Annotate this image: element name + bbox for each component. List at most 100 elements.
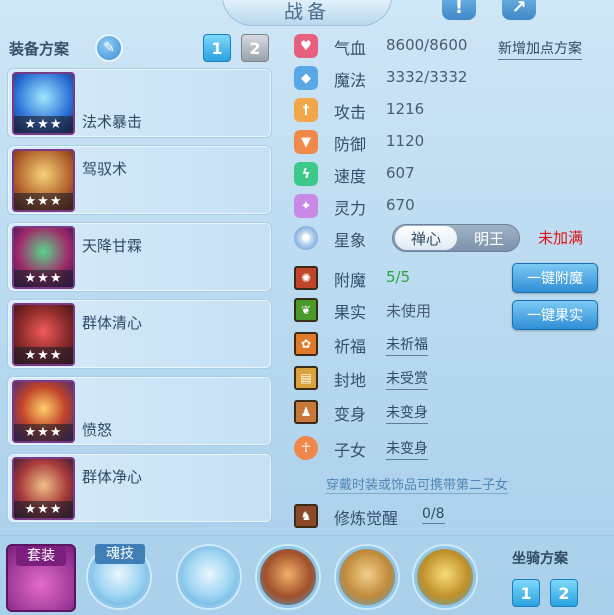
stat-row-mp: ◆ 魔法 3332/3332: [292, 64, 612, 92]
stat-row-attack: † 攻击 1216: [292, 96, 612, 124]
one-click-fruit-button[interactable]: 一键果实: [512, 300, 598, 330]
fruit-label: 果实: [334, 303, 367, 322]
constellation-status: 未加满: [538, 229, 584, 247]
one-click-enchant-button[interactable]: 一键附魔: [512, 263, 598, 293]
bottom-bar: 套装 魂技 坐骑方案 1 2: [0, 535, 614, 615]
hero-icon[interactable]: [336, 546, 398, 608]
skill-card[interactable]: ★★★ 天降甘霖: [7, 222, 272, 292]
fruit-value: 未使用: [386, 302, 432, 320]
skill-card[interactable]: ★★★ 愤怒: [7, 376, 272, 446]
skill-name: 群体清心: [82, 314, 143, 332]
cultivation-icon: ♞: [294, 504, 318, 528]
skill-stars: ★★★: [14, 501, 73, 518]
plan-page-1-button[interactable]: 1: [203, 34, 231, 62]
header: 战备 ! ↗: [0, 0, 614, 30]
plan-title: 装备方案: [9, 40, 70, 58]
enchant-label: 附魔: [334, 271, 367, 290]
fruit-icon: ❦: [294, 298, 318, 322]
cultivation-value[interactable]: 0/8: [422, 506, 445, 524]
children-link[interactable]: 未变身: [386, 438, 428, 460]
group-purify-icon: ★★★: [12, 457, 75, 520]
stat-name: 速度: [334, 167, 367, 186]
soul-skill-label: 魂技: [95, 544, 145, 564]
skill-name: 愤怒: [82, 421, 113, 439]
children-row: ☥ 子女 未变身: [292, 434, 612, 462]
equipment-plan-panel: 装备方案 ✎ 1 2 ★★★ 法术暴击 ★★★ 驾驭术 ★★★ 天降甘霖 ★★★…: [0, 30, 278, 535]
toggle-option-zen[interactable]: 禅心: [395, 226, 457, 250]
stat-value: 670: [386, 196, 415, 214]
skill-name: 驾驭术: [82, 160, 128, 178]
stat-value: 3332/3332: [386, 68, 468, 86]
skill-name: 法术暴击: [82, 113, 143, 131]
skill-card[interactable]: ★★★ 驾驭术: [7, 145, 272, 215]
mana-icon: ◆: [294, 66, 318, 90]
enchant-value: 5/5: [386, 268, 411, 286]
stat-value: 1120: [386, 132, 425, 150]
page-title: 战备: [222, 0, 392, 26]
children-icon: ☥: [294, 436, 318, 460]
stat-name: 魔法: [334, 71, 367, 90]
skill-name: 天降甘霖: [82, 237, 143, 255]
stat-value: 607: [386, 164, 415, 182]
constellation-toggle[interactable]: 禅心 明王: [392, 224, 520, 252]
transform-link[interactable]: 未变身: [386, 402, 428, 424]
stat-value: 1216: [386, 100, 425, 118]
share-icon[interactable]: ↗: [502, 0, 536, 20]
second-child-hint-link[interactable]: 穿戴时装或饰品可携带第二子女: [326, 474, 509, 494]
stat-name: 灵力: [334, 199, 367, 218]
defense-icon: ▼: [294, 130, 318, 154]
spell-crit-icon: ★★★: [12, 72, 75, 135]
skill-stars: ★★★: [14, 116, 73, 133]
blessing-link[interactable]: 未祈福: [386, 334, 428, 356]
speed-icon: ϟ: [294, 162, 318, 186]
skill-card[interactable]: ★★★ 群体净心: [7, 453, 272, 523]
skill-card[interactable]: ★★★ 群体清心: [7, 299, 272, 369]
add-plan-link[interactable]: 新增加点方案: [498, 38, 582, 60]
transform-icon: ♟: [294, 400, 318, 424]
stats-panel: ♥ 气血 8600/8600 新增加点方案 ◆ 魔法 3332/3332 † 攻…: [284, 30, 614, 535]
edit-icon[interactable]: ✎: [95, 34, 123, 62]
spirit-icon: ✦: [294, 194, 318, 218]
cultivation-row: ♞ 修炼觉醒 0/8: [292, 502, 612, 530]
stat-value: 8600/8600: [386, 36, 468, 54]
fief-link[interactable]: 未受赏: [386, 368, 428, 390]
help-icon[interactable]: !: [442, 0, 476, 20]
blessing-label: 祈福: [334, 337, 367, 356]
stat-row-defense: ▼ 防御 1120: [292, 128, 612, 156]
fief-row: ▤ 封地 未受赏: [292, 364, 612, 392]
transform-label: 变身: [334, 405, 367, 424]
mount-plan-1-button[interactable]: 1: [512, 579, 540, 607]
skill-name: 群体净心: [82, 468, 143, 486]
blessing-icon: ✿: [294, 332, 318, 356]
enchant-icon: ✺: [294, 266, 318, 290]
mount-plan-2-button[interactable]: 2: [550, 579, 578, 607]
rain-icon: ★★★: [12, 226, 75, 289]
heart-icon: ♥: [294, 34, 318, 58]
rein-icon: ★★★: [12, 149, 75, 212]
skill-card[interactable]: ★★★ 法术暴击: [7, 68, 272, 138]
mount-plan-title: 坐骑方案: [512, 551, 568, 567]
skill-stars: ★★★: [14, 270, 73, 287]
suit-label: 套装: [16, 546, 66, 566]
stat-row-spirit: ✦ 灵力 670: [292, 192, 612, 220]
monk-icon[interactable]: [178, 546, 240, 608]
skill-stars: ★★★: [14, 347, 73, 364]
blessing-row: ✿ 祈福 未祈福: [292, 330, 612, 358]
stat-name: 防御: [334, 135, 367, 154]
chest-icon[interactable]: [257, 546, 319, 608]
constellation-label: 星象: [334, 231, 367, 250]
skill-stars: ★★★: [14, 193, 73, 210]
group-cleanse-icon: ★★★: [12, 303, 75, 366]
rage-icon: ★★★: [12, 380, 75, 443]
children-label: 子女: [334, 441, 367, 460]
constellation-icon: ✹: [294, 226, 318, 250]
attack-icon: †: [294, 98, 318, 122]
plan-page-2-button[interactable]: 2: [241, 34, 269, 62]
stat-name: 攻击: [334, 103, 367, 122]
constellation-row: ✹ 星象 禅心 明王 未加满: [292, 224, 612, 252]
golden-warrior-icon[interactable]: [414, 546, 476, 608]
cultivation-label: 修炼觉醒: [334, 509, 399, 528]
skill-stars: ★★★: [14, 424, 73, 441]
toggle-option-mingwang[interactable]: 明王: [459, 226, 519, 250]
transform-row: ♟ 变身 未变身: [292, 398, 612, 426]
